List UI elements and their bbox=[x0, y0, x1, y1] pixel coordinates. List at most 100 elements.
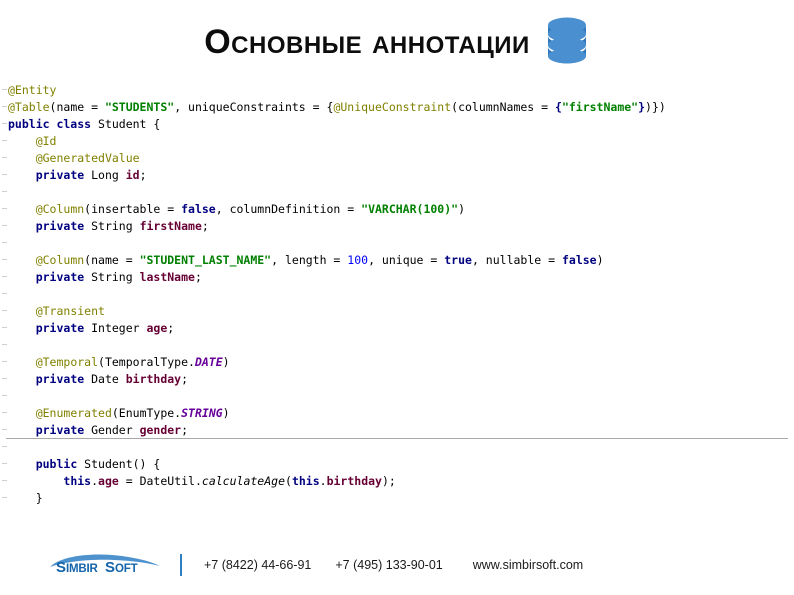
code-token-plain: Integer bbox=[84, 321, 147, 335]
code-token-ann: @Temporal bbox=[35, 355, 99, 369]
code-gutter-mark bbox=[2, 293, 7, 294]
code-token-fld: age bbox=[146, 321, 168, 335]
code-token-meth: calculateAge bbox=[201, 474, 285, 488]
code-token-plain: ; bbox=[181, 423, 189, 437]
code-token-plain: Long bbox=[84, 168, 126, 182]
code-gutter-mark bbox=[2, 429, 7, 430]
code-token-kw: false bbox=[561, 253, 597, 267]
code-gutter-mark bbox=[2, 344, 7, 345]
code-token-kw: private bbox=[35, 423, 85, 437]
footer-website[interactable]: www.simbirsoft.com bbox=[473, 558, 583, 572]
code-gutter-mark bbox=[2, 497, 7, 498]
code-token-plain: ; bbox=[181, 372, 189, 386]
code-token-fld: gender bbox=[139, 423, 182, 437]
code-token-plain: (insertable = bbox=[84, 202, 182, 216]
code-line: private Date birthday; bbox=[0, 371, 794, 388]
code-token-num: 100 bbox=[347, 253, 369, 267]
code-section-divider bbox=[6, 438, 788, 439]
code-token-plain: ; bbox=[167, 321, 175, 335]
code-token-plain: ; bbox=[201, 219, 209, 233]
code-gutter-mark bbox=[2, 123, 7, 124]
logo-wordmark-s1: S bbox=[56, 559, 66, 576]
code-token-plain: (TemporalType. bbox=[98, 355, 195, 369]
footer-divider bbox=[180, 554, 182, 576]
code-token-str: "STUDENT_LAST_NAME" bbox=[139, 253, 272, 267]
slide-header: Основные аннотации bbox=[0, 6, 794, 78]
code-gutter-mark bbox=[2, 89, 7, 90]
code-token-ann: @GeneratedValue bbox=[35, 151, 140, 165]
code-gutter-mark bbox=[2, 225, 7, 226]
code-line: @Entity bbox=[0, 82, 794, 99]
code-token-plain: Student { bbox=[91, 117, 161, 131]
code-line bbox=[0, 439, 794, 456]
code-token-kw: private bbox=[35, 219, 85, 233]
code-token-plain: (columnNames = bbox=[451, 100, 555, 114]
code-token-plain: ; bbox=[139, 168, 147, 182]
code-line bbox=[0, 286, 794, 303]
code-gutter-mark bbox=[2, 412, 7, 413]
code-token-plain: , length = bbox=[271, 253, 348, 267]
code-token-kw: public class bbox=[8, 117, 92, 131]
code-line bbox=[0, 337, 794, 354]
code-line: @Table(name = "STUDENTS", uniqueConstrai… bbox=[0, 99, 794, 116]
code-token-plain: , columnDefinition = bbox=[215, 202, 362, 216]
code-line: private Integer age; bbox=[0, 320, 794, 337]
code-gutter-mark bbox=[2, 174, 7, 175]
code-gutter-mark bbox=[2, 106, 7, 107]
code-gutter-mark bbox=[2, 327, 7, 328]
slide-footer: S IMBIR S OFT +7 (8422) 44-66-91 +7 (495… bbox=[0, 543, 794, 587]
code-token-plain: Gender bbox=[84, 423, 140, 437]
code-gutter-mark bbox=[2, 157, 7, 158]
code-gutter-mark bbox=[2, 378, 7, 379]
code-token-plain: (name = bbox=[49, 100, 105, 114]
code-token-plain: ) bbox=[458, 202, 466, 216]
page-title: Основные аннотации bbox=[204, 23, 530, 61]
database-icon bbox=[547, 17, 586, 64]
code-token-plain: , nullable = bbox=[471, 253, 562, 267]
code-token-plain: Date bbox=[84, 372, 126, 386]
code-token-fld: firstName bbox=[139, 219, 202, 233]
code-token-plain: ) bbox=[222, 355, 230, 369]
code-line: @Transient bbox=[0, 303, 794, 320]
code-token-ann: @Table bbox=[8, 100, 50, 114]
code-token-plain: (name = bbox=[84, 253, 140, 267]
code-token-ann: @Id bbox=[35, 134, 57, 148]
code-token-plain: )}) bbox=[645, 100, 666, 114]
code-line bbox=[0, 184, 794, 201]
code-token-kw: this bbox=[63, 474, 92, 488]
code-token-ann: @Column bbox=[35, 253, 85, 267]
code-token-plain: . bbox=[319, 474, 327, 488]
code-token-plain: ) bbox=[222, 406, 230, 420]
code-token-str: "VARCHAR(100)" bbox=[361, 202, 459, 216]
code-token-fld: age bbox=[98, 474, 119, 488]
code-token-kw: private bbox=[35, 372, 85, 386]
simbirsoft-logo[interactable]: S IMBIR S OFT bbox=[48, 550, 166, 580]
code-token-str: "STUDENTS" bbox=[104, 100, 175, 114]
code-line: private String lastName; bbox=[0, 269, 794, 286]
code-token-const: STRING bbox=[181, 406, 223, 420]
code-token-fld: lastName bbox=[139, 270, 195, 284]
code-token-kw: { bbox=[555, 100, 562, 114]
code-token-ann: @UniqueConstraint bbox=[333, 100, 452, 114]
code-block: @Entity @Table(name = "STUDENTS", uniqueC… bbox=[0, 82, 794, 512]
code-token-plain: ); bbox=[381, 474, 396, 488]
code-token-plain: Student() { bbox=[77, 457, 161, 471]
code-token-kw: true bbox=[444, 253, 472, 267]
footer-phone-1: +7 (8422) 44-66-91 bbox=[204, 558, 312, 572]
code-line: private String firstName; bbox=[0, 218, 794, 235]
code-gutter-mark bbox=[2, 361, 7, 362]
code-gutter-mark bbox=[2, 446, 7, 447]
code-token-kw: } bbox=[638, 100, 646, 114]
code-token-plain: ) bbox=[596, 253, 604, 267]
code-token-const: DATE bbox=[194, 355, 223, 369]
code-line: public class Student { bbox=[0, 116, 794, 133]
code-token-plain: (EnumType. bbox=[111, 406, 182, 420]
